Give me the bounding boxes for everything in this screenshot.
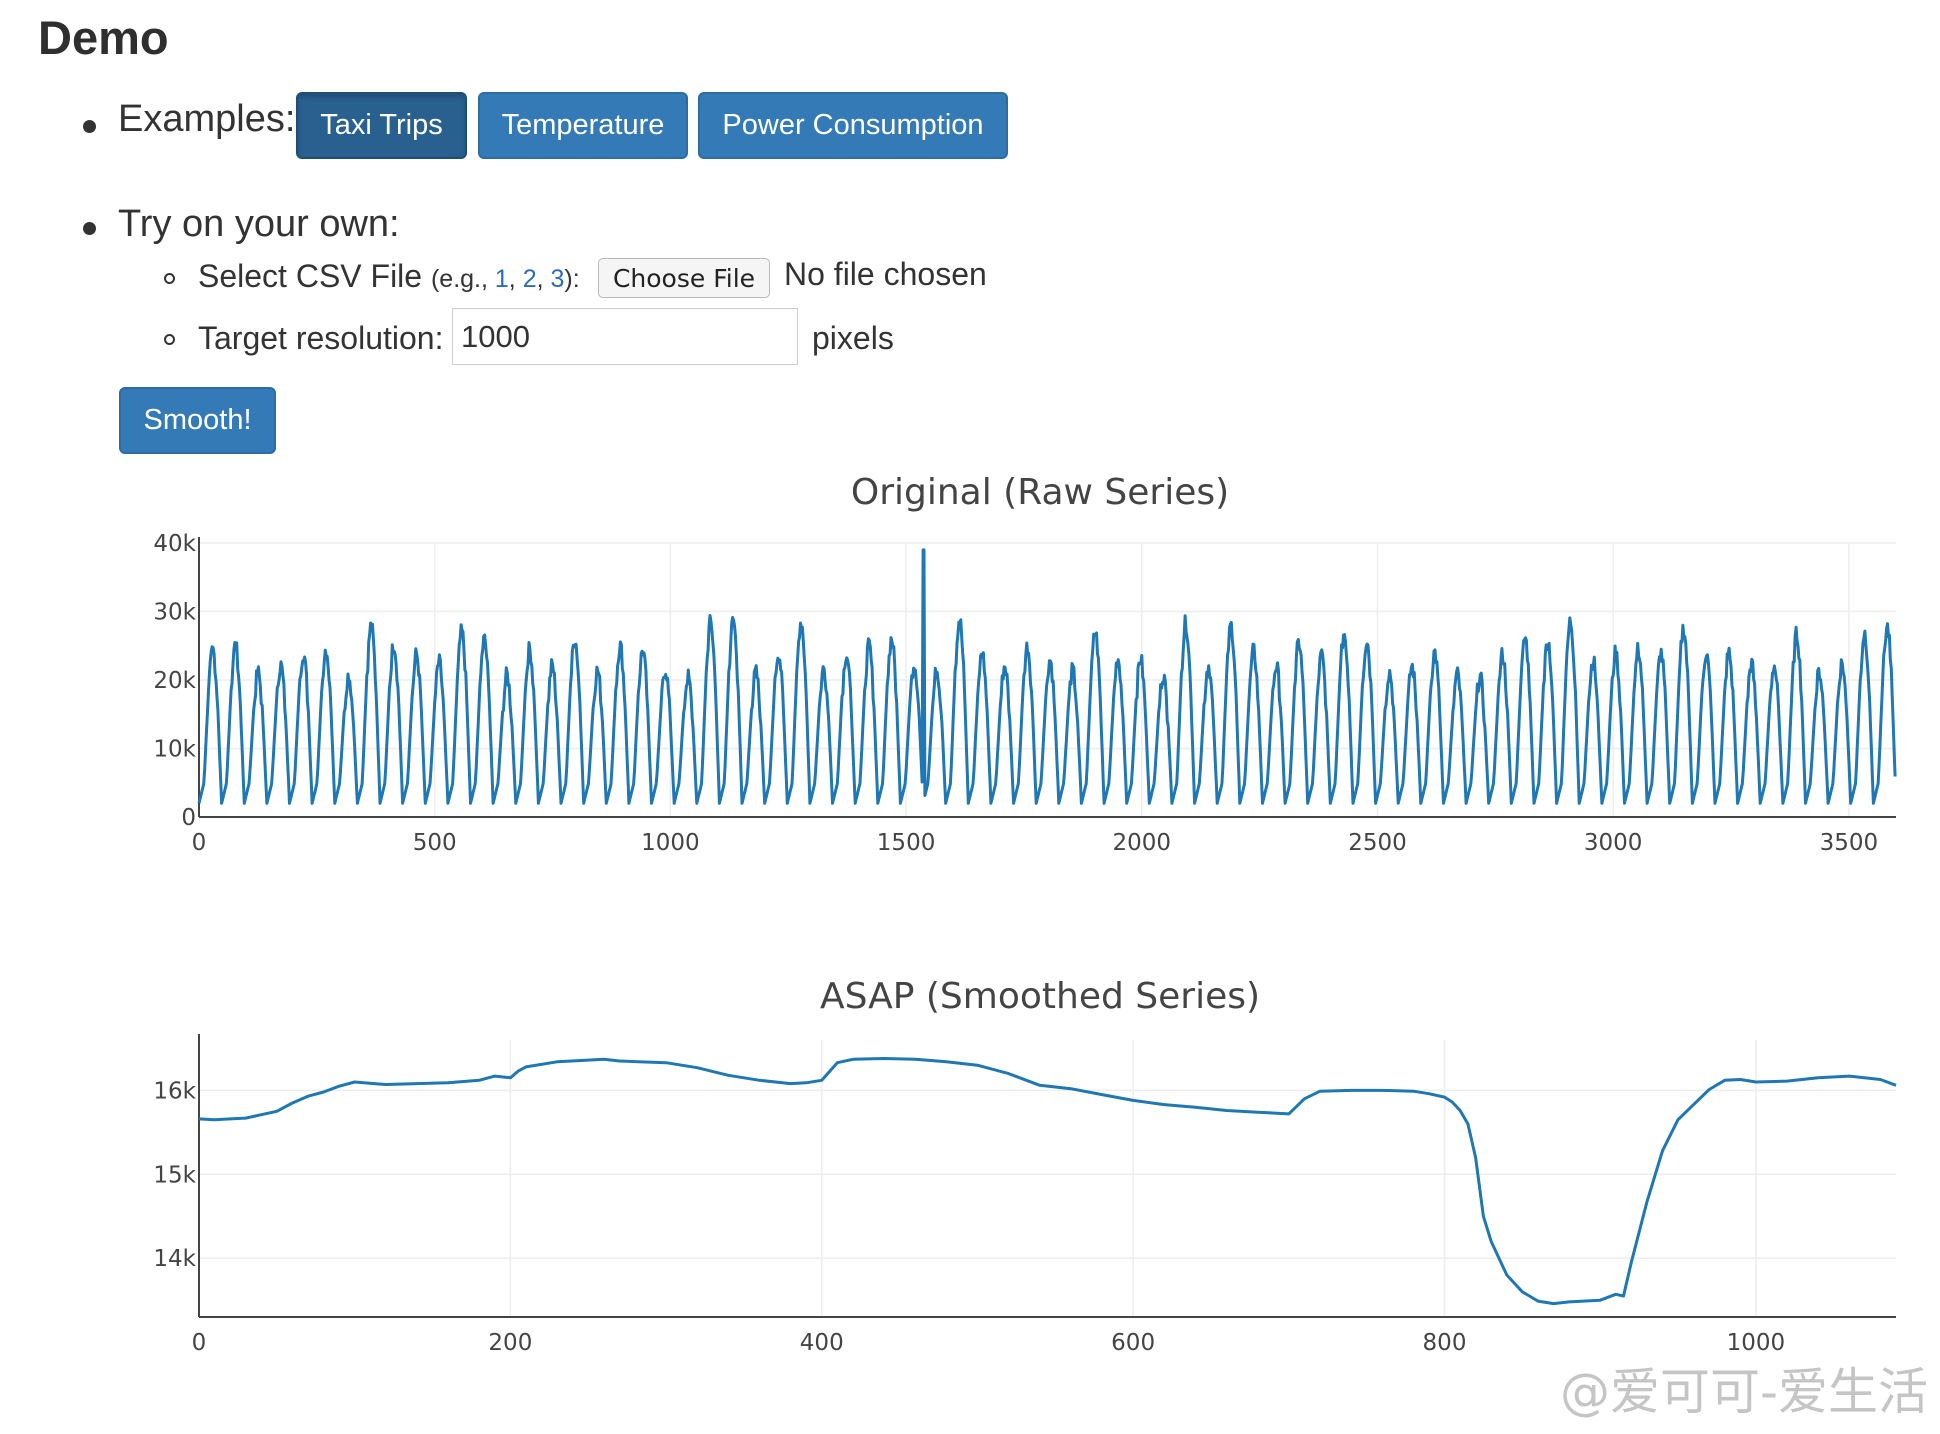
csv-file-label: Select CSV File (e.g., 1, 2, 3): [198,258,580,295]
resolution-label: Target resolution: [198,320,444,356]
x-tick-label: 3000 [1584,830,1643,856]
x-tick-label: 2000 [1113,830,1172,856]
sublist-bullet [164,334,175,345]
x-tick-label: 200 [488,1330,532,1356]
y-tick-label: 40k [153,531,196,557]
series-line [198,1057,1897,1306]
raw-chart-title: Original (Raw Series) [850,472,1230,513]
taxi-trips-button[interactable]: Taxi Trips [296,92,467,159]
temperature-button[interactable]: Temperature [478,92,688,159]
x-tick-label: 600 [1111,1330,1155,1356]
choose-file-button[interactable]: Choose File [598,258,770,298]
pixels-unit-label: pixels [812,320,894,356]
power-consumption-button[interactable]: Power Consumption [698,92,1008,159]
example-link-3[interactable]: 3 [551,265,565,293]
page-title: Demo [38,11,169,64]
watermark: @爱可可-爱生活 [1559,1363,1928,1421]
x-tick-label: 2500 [1348,830,1407,856]
x-tick-label: 1500 [877,830,936,856]
resolution-input[interactable] [452,308,798,365]
no-file-status: No file chosen [784,256,987,292]
x-tick-label: 500 [413,830,457,856]
x-tick-label: 0 [192,1330,207,1356]
x-tick-label: 800 [1423,1330,1467,1356]
try-own-label: Try on your own: [118,203,400,245]
x-tick-label: 0 [192,830,207,856]
smooth-button[interactable]: Smooth! [119,387,276,454]
x-tick-label: 3500 [1820,830,1879,856]
list-bullet [83,120,96,133]
examples-hint: (e.g., 1, 2, 3): [430,265,580,293]
y-tick-label: 0 [181,805,196,831]
examples-label: Examples: [118,98,296,140]
hint-prefix: (e.g., [430,265,495,293]
sublist-bullet [164,273,175,284]
raw-series-chart: 0 500 1000 1500 2000 2500 3000 3500 0 10k 20k 30k 40… [153,531,1897,856]
y-tick-label: 15k [153,1162,196,1188]
y-tick-label: 16k [153,1078,196,1104]
y-tick-label: 14k [153,1246,196,1272]
list-bullet [83,222,96,235]
x-tick-label: 400 [800,1330,844,1356]
series-line [197,548,1897,805]
csv-file-text: Select CSV File [198,258,423,294]
y-tick-label: 20k [153,668,196,694]
y-tick-label: 10k [153,737,196,763]
example-link-1[interactable]: 1 [495,265,509,293]
hint-suffix: ): [564,265,580,293]
x-tick-label: 1000 [641,830,700,856]
smoothed-chart-title: ASAP (Smoothed Series) [819,976,1261,1017]
example-link-2[interactable]: 2 [523,265,537,293]
smoothed-series-chart: 0 200 400 600 800 100014k15k16k [153,1034,1897,1356]
y-tick-label: 30k [153,600,196,626]
